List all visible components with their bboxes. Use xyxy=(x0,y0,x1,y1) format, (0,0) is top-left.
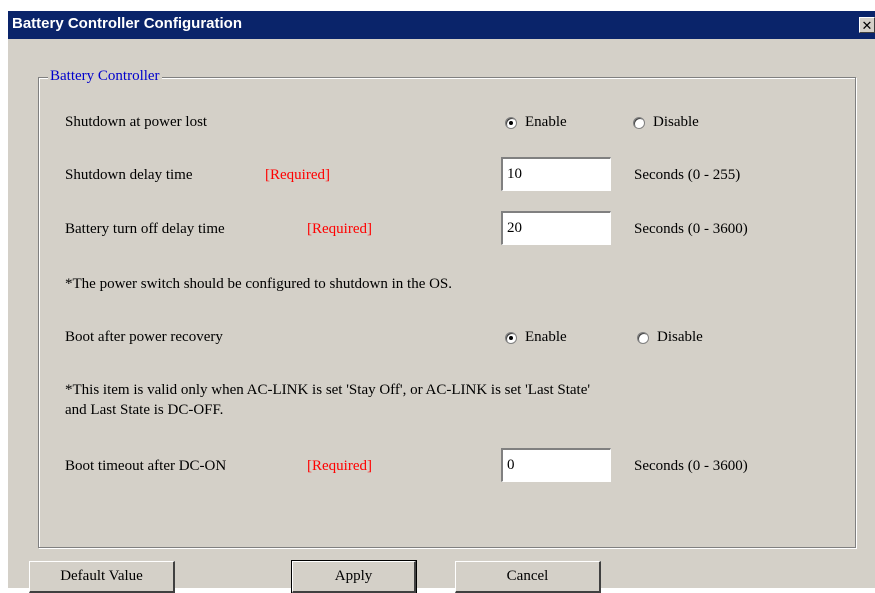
boot-disable-radio[interactable]: Disable xyxy=(637,329,703,346)
boot-timeout-input[interactable] xyxy=(501,448,611,482)
battery-off-delay-range: Seconds (0 - 3600) xyxy=(634,221,748,237)
radio-checked-icon xyxy=(505,116,517,129)
boot-timeout-required: [Required] xyxy=(307,458,372,474)
power-switch-note: *The power switch should be configured t… xyxy=(65,276,453,292)
battery-controller-group xyxy=(38,77,856,548)
cancel-button[interactable]: Cancel xyxy=(455,561,601,593)
dialog-body: Battery Controller Shutdown at power los… xyxy=(8,39,875,593)
shutdown-delay-input[interactable] xyxy=(501,157,611,191)
shutdown-delay-range: Seconds (0 - 255) xyxy=(634,167,741,183)
close-icon[interactable]: ✕ xyxy=(859,17,875,33)
ac-link-note-line1: *This item is valid only when AC-LINK is… xyxy=(65,382,591,398)
apply-button[interactable]: Apply xyxy=(291,560,417,593)
shutdown-enable-label: Enable xyxy=(525,114,567,130)
group-legend: Battery Controller xyxy=(48,68,162,85)
title-bar: Battery Controller Configuration ✕ xyxy=(8,11,875,39)
boot-enable-radio[interactable]: Enable xyxy=(505,329,567,346)
radio-unchecked-icon xyxy=(633,116,645,129)
ac-link-note-line2: and Last State is DC-OFF. xyxy=(65,402,224,418)
battery-off-delay-label: Battery turn off delay time xyxy=(65,221,225,237)
shutdown-delay-required: [Required] xyxy=(265,167,330,183)
shutdown-disable-radio[interactable]: Disable xyxy=(633,114,699,131)
boot-enable-label: Enable xyxy=(525,329,567,345)
default-value-button[interactable]: Default Value xyxy=(29,561,175,593)
battery-off-delay-required: [Required] xyxy=(307,221,372,237)
radio-checked-icon xyxy=(505,331,517,344)
window-title: Battery Controller Configuration xyxy=(12,15,243,32)
battery-off-delay-input[interactable] xyxy=(501,211,611,245)
boot-disable-label: Disable xyxy=(657,329,703,345)
shutdown-delay-label: Shutdown delay time xyxy=(65,167,193,183)
shutdown-disable-label: Disable xyxy=(653,114,699,130)
shutdown-enable-radio[interactable]: Enable xyxy=(505,114,567,131)
shutdown-power-lost-label: Shutdown at power lost xyxy=(65,114,208,130)
boot-after-recovery-label: Boot after power recovery xyxy=(65,329,223,345)
radio-unchecked-icon xyxy=(637,331,649,344)
boot-timeout-range: Seconds (0 - 3600) xyxy=(634,458,748,474)
boot-timeout-label: Boot timeout after DC-ON xyxy=(65,458,227,474)
